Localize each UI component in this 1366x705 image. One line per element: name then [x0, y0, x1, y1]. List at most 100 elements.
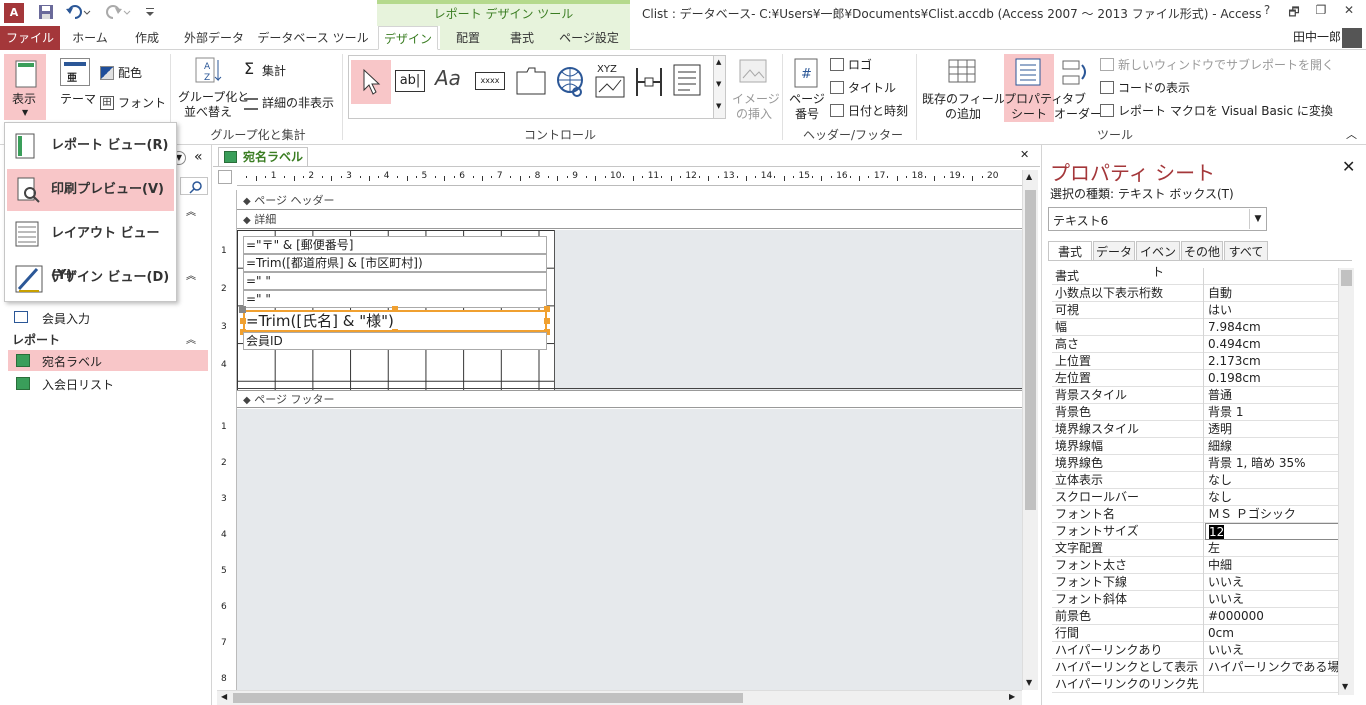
property-row[interactable]: 小数点以下表示桁数 自動 — [1052, 285, 1342, 302]
property-value-selected[interactable]: 12 — [1209, 525, 1225, 539]
property-row[interactable]: 可視 はい — [1052, 302, 1342, 319]
property-row[interactable]: フォントサイズ12▼ — [1052, 523, 1342, 540]
resize-handle[interactable] — [392, 306, 398, 312]
help-button[interactable]: ? — [1255, 3, 1279, 23]
property-row[interactable]: 幅 7.984cm — [1052, 319, 1342, 336]
button-tool-button[interactable]: xxxx — [475, 72, 505, 90]
member-id-textbox[interactable]: 会員ID — [243, 332, 547, 350]
property-row[interactable]: ハイパーリンクとして表示 ハイパーリンクである場合 — [1052, 659, 1342, 676]
group-sort-button[interactable]: AZ グループ化と 並べ替え — [176, 54, 249, 120]
scrollbar-thumb[interactable] — [233, 693, 743, 703]
user-avatar[interactable] — [1342, 28, 1362, 48]
prop-tab-event[interactable]: イベント — [1136, 241, 1180, 279]
property-row[interactable]: 立体表示 なし — [1052, 472, 1342, 489]
tab-home[interactable]: ホーム — [62, 26, 118, 50]
tab-order-button[interactable]: タブ オーダー — [1054, 56, 1102, 122]
chevron-down-icon[interactable]: ▼ — [1026, 678, 1032, 687]
nav-group-reports[interactable]: レポート ︽ — [12, 331, 208, 349]
property-value[interactable]: 7.984cm — [1205, 319, 1342, 336]
label-tool-button[interactable]: Aa — [435, 66, 461, 90]
resize-handle[interactable] — [544, 306, 550, 312]
resize-handle[interactable] — [544, 318, 550, 324]
textbox-tool-button[interactable]: ab| — [395, 70, 425, 92]
prop-tab-all[interactable]: すべて — [1224, 241, 1268, 261]
property-row[interactable]: フォント太さ 中細 — [1052, 557, 1342, 574]
property-value[interactable]: いいえ — [1205, 591, 1342, 608]
tab-create[interactable]: 作成 — [120, 26, 174, 50]
nav-collapse-button[interactable]: « — [194, 149, 203, 165]
detail-band[interactable]: ◆ 詳細 — [237, 211, 1022, 229]
customize-qat-icon[interactable] — [144, 4, 156, 22]
property-value[interactable]: いいえ — [1205, 642, 1342, 659]
prop-tab-other[interactable]: その他 — [1181, 241, 1223, 261]
chevron-right-icon[interactable]: ▶ — [1009, 692, 1015, 701]
page-footer-band[interactable]: ◆ ページ フッター — [237, 390, 1022, 408]
add-existing-fields-button[interactable]: 既存のフィールド の追加 — [922, 56, 1018, 122]
menu-item-design-view[interactable]: デザイン ビュー(D) — [7, 257, 174, 299]
menu-item-layout-view[interactable]: レイアウト ビュー(Y) — [7, 213, 174, 283]
nav-item-join-date-list[interactable]: 入会日リスト — [8, 373, 208, 394]
hyperlink-tool-button[interactable] — [555, 66, 589, 103]
view-button[interactable]: 表示 ▼ — [4, 54, 46, 120]
nav-item-member-input[interactable]: 会員入力 — [14, 309, 208, 327]
property-value[interactable]: 普通 — [1205, 387, 1342, 404]
collapse-ribbon-icon[interactable]: ︿ — [1346, 126, 1357, 142]
property-value[interactable] — [1205, 268, 1342, 285]
property-row[interactable]: 書式 — [1052, 268, 1342, 285]
property-value[interactable]: 0.494cm — [1205, 336, 1342, 353]
select-report-box[interactable] — [218, 170, 232, 184]
property-value[interactable]: 中細 — [1205, 557, 1342, 574]
subform-tool-button[interactable] — [673, 64, 703, 101]
document-tab[interactable]: 宛名ラベル — [218, 147, 308, 167]
close-icon[interactable]: ✕ — [1342, 157, 1355, 176]
theme-button[interactable]: 亜 テーマ — [56, 54, 96, 120]
property-value[interactable]: ＭＳ Ｐゴシック — [1205, 506, 1342, 523]
property-row[interactable]: 上位置 2.173cm — [1052, 353, 1342, 370]
property-value[interactable]: #000000 — [1205, 608, 1342, 625]
page-break-tool-button[interactable] — [633, 66, 665, 101]
property-row[interactable]: 高さ 0.494cm — [1052, 336, 1342, 353]
property-value[interactable]: ハイパーリンクである場合 — [1205, 659, 1342, 676]
property-value[interactable]: はい — [1205, 302, 1342, 319]
redo-icon[interactable] — [106, 4, 132, 22]
gallery-scrollbar[interactable]: ▲ ▼ ▼ — [713, 56, 725, 118]
page-footer-section[interactable] — [237, 409, 1022, 691]
maximize-button[interactable]: ❐ — [1309, 3, 1333, 23]
horizontal-scrollbar[interactable]: ◀ ▶ — [217, 690, 1022, 705]
property-value[interactable]: 細線 — [1205, 438, 1342, 455]
scrollbar-thumb[interactable] — [1025, 190, 1036, 510]
move-handle[interactable] — [239, 306, 246, 313]
property-row[interactable]: 境界線スタイル 透明 — [1052, 421, 1342, 438]
property-row[interactable]: 左位置 0.198cm — [1052, 370, 1342, 387]
property-scrollbar[interactable]: ▼ — [1338, 268, 1354, 695]
property-row[interactable]: フォント名 ＭＳ Ｐゴシック — [1052, 506, 1342, 523]
property-value[interactable]: なし — [1205, 472, 1342, 489]
property-row[interactable]: 文字配置左 — [1052, 540, 1342, 557]
prop-tab-format[interactable]: 書式 — [1048, 241, 1092, 261]
chevron-up-icon[interactable]: ︽ — [186, 267, 196, 282]
resize-handle[interactable] — [240, 318, 246, 324]
chevron-up-icon[interactable]: ▲ — [1026, 172, 1032, 181]
scrollbar-thumb[interactable] — [1341, 270, 1352, 286]
chevron-left-icon[interactable]: ◀ — [221, 692, 227, 701]
property-row[interactable]: フォント斜体 いいえ — [1052, 591, 1342, 608]
tab-file[interactable]: ファイル — [0, 26, 60, 50]
control-selector-dropdown[interactable]: テキスト6 ▼ — [1048, 207, 1267, 231]
property-row[interactable]: スクロールバー なし — [1052, 489, 1342, 506]
property-row[interactable]: 前景色 #000000 — [1052, 608, 1342, 625]
property-row[interactable]: フォント下線 いいえ — [1052, 574, 1342, 591]
address-textbox[interactable]: =Trim([都道府県] & [市区町村]) — [243, 254, 547, 272]
tab-design[interactable]: デザイン — [378, 26, 438, 50]
property-sheet-button[interactable]: プロパティ シート — [1004, 54, 1063, 122]
property-value[interactable]: 12▼ — [1205, 523, 1342, 540]
close-button[interactable]: ✕ — [1337, 3, 1361, 23]
property-row[interactable]: 背景色 背景 1 — [1052, 404, 1342, 421]
property-value[interactable]: なし — [1205, 489, 1342, 506]
property-row[interactable]: 行間 0cm — [1052, 625, 1342, 642]
select-tool-button[interactable] — [351, 60, 391, 104]
tab-arrange[interactable]: 配置 — [440, 26, 496, 50]
vertical-scrollbar[interactable]: ▲ ▼ — [1022, 170, 1038, 690]
undo-icon[interactable] — [66, 4, 92, 22]
user-name[interactable]: 田中一郎 — [1293, 28, 1341, 45]
zipcode-textbox[interactable]: ="〒" & [郵便番号] — [243, 236, 547, 254]
